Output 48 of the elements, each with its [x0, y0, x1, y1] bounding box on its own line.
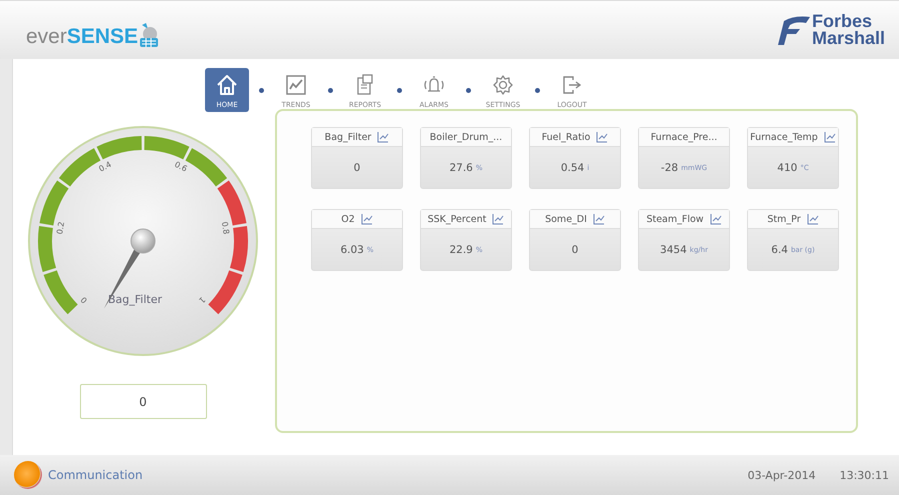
separator-dot: [466, 88, 471, 92]
line-chart-icon[interactable]: [360, 213, 373, 225]
tile-title: Boiler_Drum_...: [430, 132, 502, 142]
tile-title: SSK_Percent: [428, 214, 486, 224]
tile-value: 410: [777, 162, 798, 174]
gauge-title: Bag_Filter: [108, 293, 162, 306]
tile-title: Fuel_Ratio: [542, 132, 590, 142]
app-logo: everSENSE: [26, 21, 160, 59]
tile-value: 0: [572, 244, 578, 256]
tile-value: 0: [354, 162, 360, 174]
status-indicator-icon: [14, 461, 42, 489]
gauge-tick-label: 0: [79, 294, 90, 305]
tile-value: 6.03: [340, 244, 364, 256]
tile-title: Bag_Filter: [324, 132, 372, 142]
gauge-tick-label: 0.4: [97, 160, 113, 174]
gauge-tick-label: 0.2: [55, 220, 66, 235]
status-label: Communication: [48, 468, 143, 482]
tile-value: 3454: [660, 244, 687, 256]
separator-dot: [259, 88, 264, 92]
tile-title: Some_DI: [545, 214, 587, 224]
brand-name: Forbes Marshall: [812, 13, 885, 47]
status-date: 03-Apr-2014: [748, 468, 816, 482]
line-chart-icon[interactable]: [592, 213, 605, 225]
tile-title: O2: [341, 214, 355, 224]
separator-dot: [535, 88, 540, 92]
gauge-tick-label: 0.8: [220, 220, 231, 235]
tile-value: -28: [660, 162, 678, 174]
needle-hub: [130, 228, 156, 254]
gauge-tick-label: 1: [196, 294, 207, 305]
line-chart-icon[interactable]: [377, 131, 390, 143]
tile-title: Furnace_Pre...: [650, 132, 718, 142]
status-time: 13:30:11: [840, 468, 889, 482]
tile-value: 6.4: [771, 244, 788, 256]
gauge-tick-label: 0.6: [173, 160, 189, 174]
line-chart-icon[interactable]: [710, 213, 722, 225]
line-chart-icon[interactable]: [806, 213, 819, 225]
tile-title: Furnace_Temp: [750, 132, 818, 142]
separator-dot: [397, 88, 402, 92]
tile-value: 0.54: [560, 162, 584, 174]
line-chart-icon[interactable]: [492, 213, 504, 225]
tile-title: Stm_Pr: [767, 214, 801, 224]
tile-value: 27.6: [449, 162, 473, 174]
tile-value: 22.9: [449, 244, 473, 256]
tile-title: Steam_Flow: [646, 214, 704, 224]
line-chart-icon[interactable]: [596, 131, 608, 143]
separator-dot: [328, 88, 333, 92]
value-display: 0: [80, 384, 206, 419]
line-chart-icon[interactable]: [824, 131, 836, 143]
